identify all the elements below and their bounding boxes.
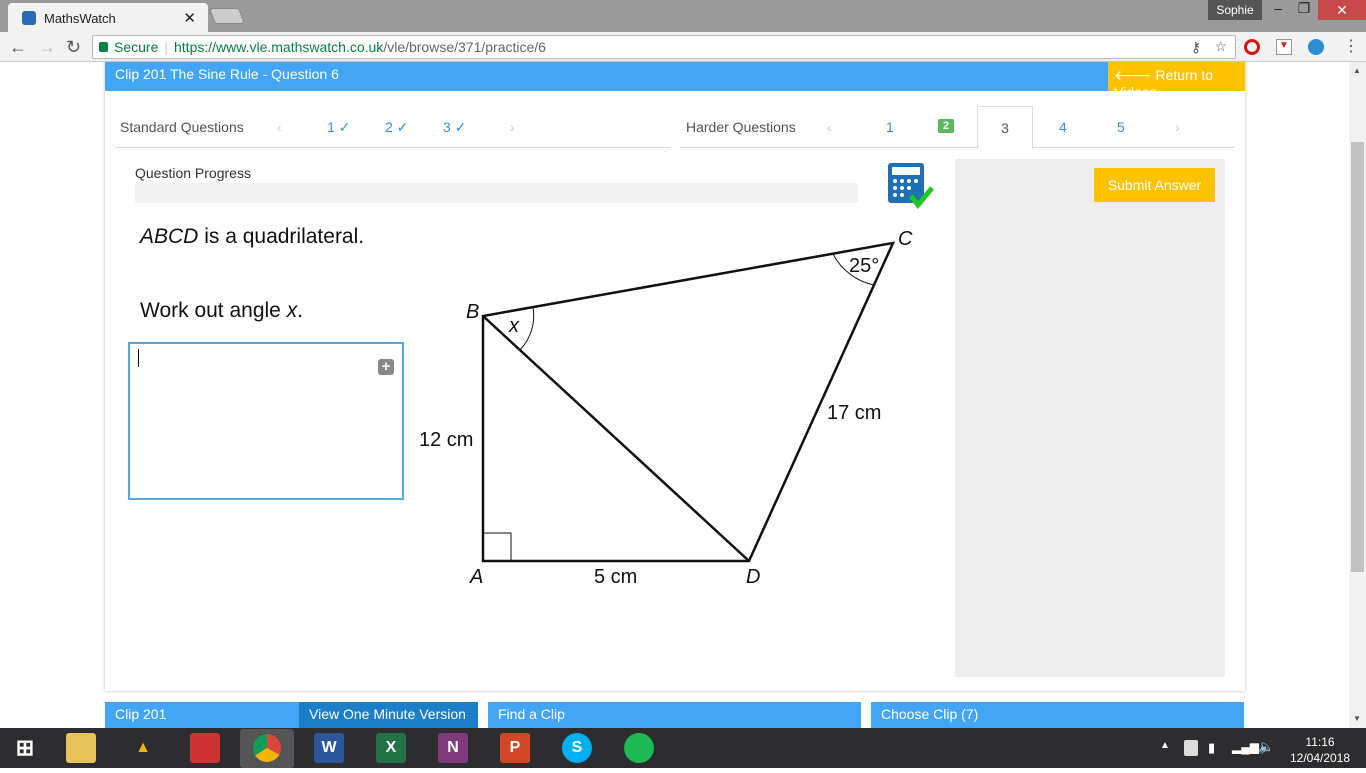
eye-extension-icon[interactable] — [1308, 39, 1324, 55]
address-bar[interactable]: Secure | https://www.vle.mathswatch.co.uk/… — [92, 35, 1236, 59]
harder-question-5[interactable]: 5 — [1117, 119, 1125, 135]
expand-plus-icon[interactable]: + — [378, 359, 394, 375]
close-window-icon[interactable]: ✕ — [1318, 0, 1366, 20]
word-icon[interactable]: W — [314, 733, 344, 763]
progress-label: Question Progress — [135, 165, 251, 181]
view-one-minute-button[interactable]: View One Minute Version — [299, 702, 478, 728]
harder-questions-nav: Harder Questions ‹ 1 2 3 4 5 › — [680, 106, 1235, 149]
harder-question-2[interactable]: 2 — [938, 119, 955, 133]
url-host: https://www.vle.mathswatch.co.uk — [174, 39, 384, 55]
restore-icon[interactable]: ❐ — [1292, 0, 1316, 17]
date: 12/04/2018 — [1289, 751, 1351, 765]
opera-extension-icon[interactable] — [1244, 39, 1260, 55]
page-title: Clip 201 The Sine Rule - Question 6 — [105, 62, 1245, 91]
submit-answer-button[interactable]: Submit Answer — [1094, 168, 1215, 202]
reload-icon[interactable]: ↻ — [66, 37, 81, 58]
key-icon[interactable]: ⚷ — [1191, 39, 1201, 56]
skype-icon[interactable]: S — [562, 733, 592, 763]
side-ad-label: 5 cm — [594, 566, 637, 588]
label-c: C — [898, 228, 913, 250]
standard-questions-nav: Standard Questions ‹ 1 ✓ 2 ✓ 3 ✓ › — [115, 106, 670, 148]
network-icon[interactable]: ▂▄▆ — [1232, 740, 1259, 754]
star-icon[interactable]: ☆ — [1214, 38, 1227, 55]
app-icon[interactable] — [190, 733, 220, 763]
harder-question-1[interactable]: 1 — [886, 119, 894, 135]
standard-questions-label: Standard Questions — [120, 119, 244, 135]
label-b: B — [466, 301, 479, 323]
label-a: A — [469, 566, 483, 588]
google-drive-icon[interactable]: ▲ — [128, 733, 158, 763]
lock-icon — [99, 42, 108, 52]
onenote-icon[interactable]: N — [438, 733, 468, 763]
side-cd-label: 17 cm — [827, 402, 881, 424]
harder-questions-label: Harder Questions — [686, 119, 796, 135]
spotify-icon[interactable] — [624, 733, 654, 763]
browser-tab[interactable]: MathsWatch ✕ — [8, 3, 208, 32]
back-icon[interactable]: ← — [9, 37, 27, 58]
show-hidden-icons[interactable]: ▲ — [1160, 740, 1170, 751]
menu-icon[interactable]: ⋮ — [1343, 36, 1359, 56]
answer-input[interactable]: + — [128, 342, 404, 500]
chrome-icon — [253, 734, 281, 762]
next-icon[interactable]: › — [1175, 119, 1180, 135]
scroll-up-icon: ▲ — [1353, 66, 1361, 75]
scroll-thumb[interactable] — [1351, 142, 1364, 572]
mcafee-extension-icon[interactable]: ▼ — [1276, 39, 1292, 55]
mathswatch-favicon-icon — [22, 11, 36, 25]
question-line-1: ABCD is a quadrilateral. — [140, 225, 365, 248]
return-to-videos-button[interactable]: 🡐 Return to Videos — [1108, 62, 1245, 100]
quadrilateral-diagram: A B C D x 25° 12 cm 5 cm 17 cm — [419, 228, 913, 588]
scroll-down-icon: ▼ — [1353, 714, 1361, 723]
windows-start-icon[interactable]: ⊞ — [10, 733, 40, 763]
standard-question-2[interactable]: 2 ✓ — [385, 119, 408, 136]
text-cursor — [138, 349, 139, 367]
angle-c-label: 25° — [849, 255, 879, 277]
clip-label: Clip 201 — [105, 702, 300, 728]
security-tray-icon[interactable] — [1184, 740, 1198, 756]
excel-icon[interactable]: X — [376, 733, 406, 763]
harder-question-4[interactable]: 4 — [1059, 119, 1067, 135]
forward-icon[interactable]: → — [38, 37, 56, 58]
choose-clip-button[interactable]: Choose Clip (7) — [871, 702, 1244, 728]
next-icon[interactable]: › — [510, 119, 515, 135]
progress-bar — [135, 183, 858, 203]
question-line-2: Work out angle x. — [140, 299, 304, 322]
powerpoint-icon[interactable]: P — [500, 733, 530, 763]
harder-question-3[interactable]: 3 — [977, 106, 1033, 149]
answer-sidebar — [955, 159, 1225, 677]
standard-question-1[interactable]: 1 ✓ — [327, 119, 350, 136]
standard-question-3[interactable]: 3 ✓ — [443, 119, 466, 136]
time: 11:16 — [1305, 735, 1335, 749]
tab-title: MathsWatch — [44, 11, 116, 26]
close-tab-icon[interactable]: ✕ — [183, 9, 196, 27]
calculator-icon[interactable] — [886, 162, 936, 210]
side-ab-label: 12 cm — [419, 429, 473, 451]
find-clip-button[interactable]: Find a Clip — [488, 702, 861, 728]
battery-icon[interactable]: ▮ — [1208, 740, 1215, 756]
minimize-icon[interactable]: – — [1268, 0, 1288, 16]
label-d: D — [746, 566, 760, 588]
prev-icon[interactable]: ‹ — [277, 119, 282, 135]
new-tab-button[interactable] — [209, 8, 245, 24]
clock[interactable]: 11:16 12/04/2018 — [1285, 734, 1355, 766]
secure-label: Secure — [114, 39, 159, 55]
scrollbar[interactable]: ▲ ▼ — [1349, 62, 1366, 728]
profile-name[interactable]: Sophie — [1208, 0, 1262, 20]
angle-x-label: x — [508, 315, 520, 337]
volume-icon[interactable]: 🔈 — [1258, 739, 1274, 755]
file-explorer-icon[interactable] — [66, 733, 96, 763]
chrome-taskbar-button[interactable] — [240, 729, 294, 768]
prev-icon[interactable]: ‹ — [827, 119, 832, 135]
url-path: /vle/browse/371/practice/6 — [383, 39, 546, 55]
